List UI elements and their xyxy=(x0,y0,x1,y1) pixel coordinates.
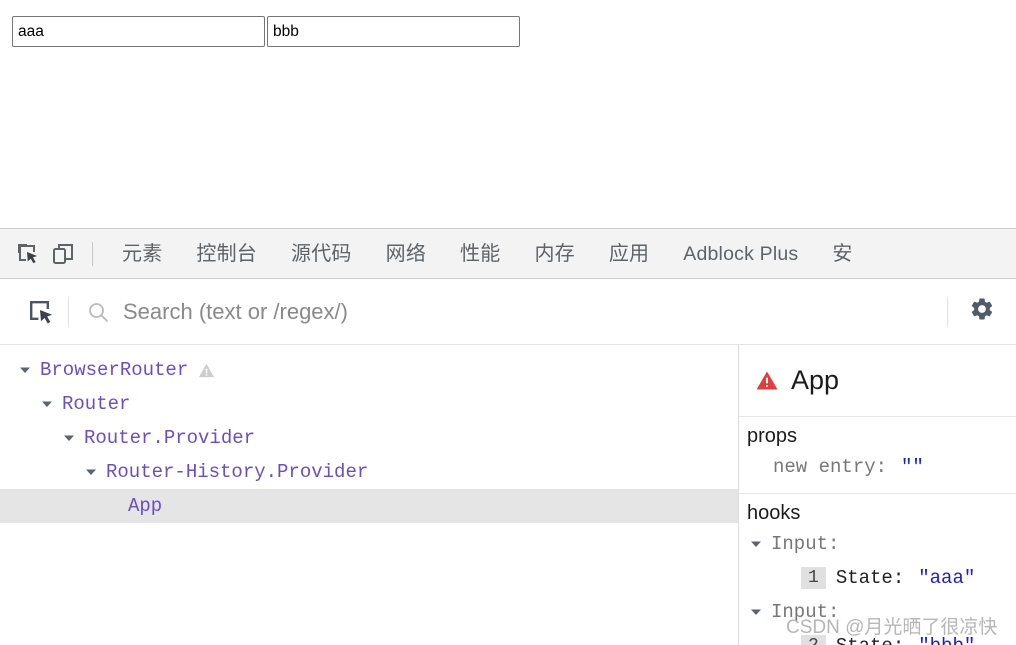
device-toolbar-icon[interactable] xyxy=(46,237,82,271)
screen-root: 元素 控制台 源代码 网络 性能 内存 应用 Adblock Plus 安 xyxy=(0,0,1016,645)
select-component-icon[interactable] xyxy=(14,292,68,332)
tabbar-divider xyxy=(92,241,93,266)
chevron-down-icon[interactable] xyxy=(84,465,98,479)
inputs-row xyxy=(12,16,520,47)
hook-index-badge: 1 xyxy=(801,567,826,589)
tab-security[interactable]: 安 xyxy=(815,230,869,278)
chevron-down-icon[interactable] xyxy=(40,397,54,411)
tab-elements[interactable]: 元素 xyxy=(105,230,179,278)
input-aaa[interactable] xyxy=(12,16,265,47)
devtools-tabbar: 元素 控制台 源代码 网络 性能 内存 应用 Adblock Plus 安 xyxy=(0,229,1016,279)
component-inspector: App props new entry: "" hooks Input: 1 S… xyxy=(739,345,1016,645)
component-tree[interactable]: BrowserRouter Router Router.Provider Rou… xyxy=(0,345,739,645)
hooks-section-title: hooks xyxy=(747,502,801,524)
tree-row[interactable]: Router-History.Provider xyxy=(0,455,738,489)
hook-row[interactable]: Input: xyxy=(739,595,1016,629)
tree-item-label: BrowserRouter xyxy=(40,359,189,381)
tree-row[interactable]: BrowserRouter xyxy=(0,353,738,387)
chevron-down-icon[interactable] xyxy=(18,363,32,377)
web-page-area xyxy=(0,0,1016,228)
prop-row[interactable]: new entry: "" xyxy=(739,450,1016,484)
inspected-component-name: App xyxy=(791,365,840,395)
search-icon xyxy=(87,301,109,323)
tree-row-selected[interactable]: App xyxy=(0,489,738,523)
tab-network[interactable]: 网络 xyxy=(369,230,443,278)
hook-state-label: State: xyxy=(836,635,904,645)
search-input[interactable] xyxy=(123,298,947,325)
settings-gear-button[interactable] xyxy=(948,279,1016,344)
gear-icon xyxy=(969,296,995,327)
hook-state-value[interactable]: "aaa" xyxy=(918,567,975,589)
hook-state-row[interactable]: 1 State: "aaa" xyxy=(739,561,1016,595)
tree-row[interactable]: Router xyxy=(0,387,738,421)
hooks-section: hooks Input: 1 State: "aaa" Input: xyxy=(739,494,1016,645)
hook-name: Input: xyxy=(771,533,840,555)
prop-key: new entry: xyxy=(773,456,888,478)
inspector-header: App xyxy=(739,345,1016,417)
props-section-title: props xyxy=(747,425,798,447)
warning-triangle-icon xyxy=(198,362,215,379)
hook-state-value[interactable]: "bbb" xyxy=(918,635,975,645)
tree-item-label: Router.Provider xyxy=(84,427,256,449)
hook-index-badge: 2 xyxy=(801,635,826,645)
chevron-down-icon[interactable] xyxy=(749,537,763,551)
tab-performance[interactable]: 性能 xyxy=(443,230,517,278)
chevron-down-icon[interactable] xyxy=(62,431,76,445)
devtools-panel: 元素 控制台 源代码 网络 性能 内存 应用 Adblock Plus 安 Se… xyxy=(0,228,1016,645)
tab-sources[interactable]: 源代码 xyxy=(274,230,369,278)
devtools-body: BrowserRouter Router Router.Provider Rou… xyxy=(0,345,1016,645)
tree-item-label: Router xyxy=(62,393,131,415)
hook-name: Input: xyxy=(771,601,840,623)
props-section: props new entry: "" xyxy=(739,417,1016,494)
warning-triangle-icon xyxy=(755,369,779,393)
tree-row[interactable]: Router.Provider xyxy=(0,421,738,455)
tab-adblock-plus[interactable]: Adblock Plus xyxy=(666,230,815,278)
tab-memory[interactable]: 内存 xyxy=(517,230,591,278)
hook-state-row[interactable]: 2 State: "bbb" xyxy=(739,629,1016,645)
chevron-down-icon[interactable] xyxy=(749,605,763,619)
tab-application[interactable]: 应用 xyxy=(592,230,666,278)
tree-item-label: Router-History.Provider xyxy=(106,461,369,483)
hook-state-label: State: xyxy=(835,567,905,589)
tree-item-label: App xyxy=(128,495,163,517)
prop-value[interactable]: "" xyxy=(901,456,924,478)
input-bbb[interactable] xyxy=(267,16,520,47)
inspect-element-icon[interactable] xyxy=(10,237,46,271)
tab-console[interactable]: 控制台 xyxy=(179,230,274,278)
search-area[interactable] xyxy=(69,279,947,344)
devtools-toolbar xyxy=(0,279,1016,345)
hook-row[interactable]: Input: xyxy=(739,527,1016,561)
